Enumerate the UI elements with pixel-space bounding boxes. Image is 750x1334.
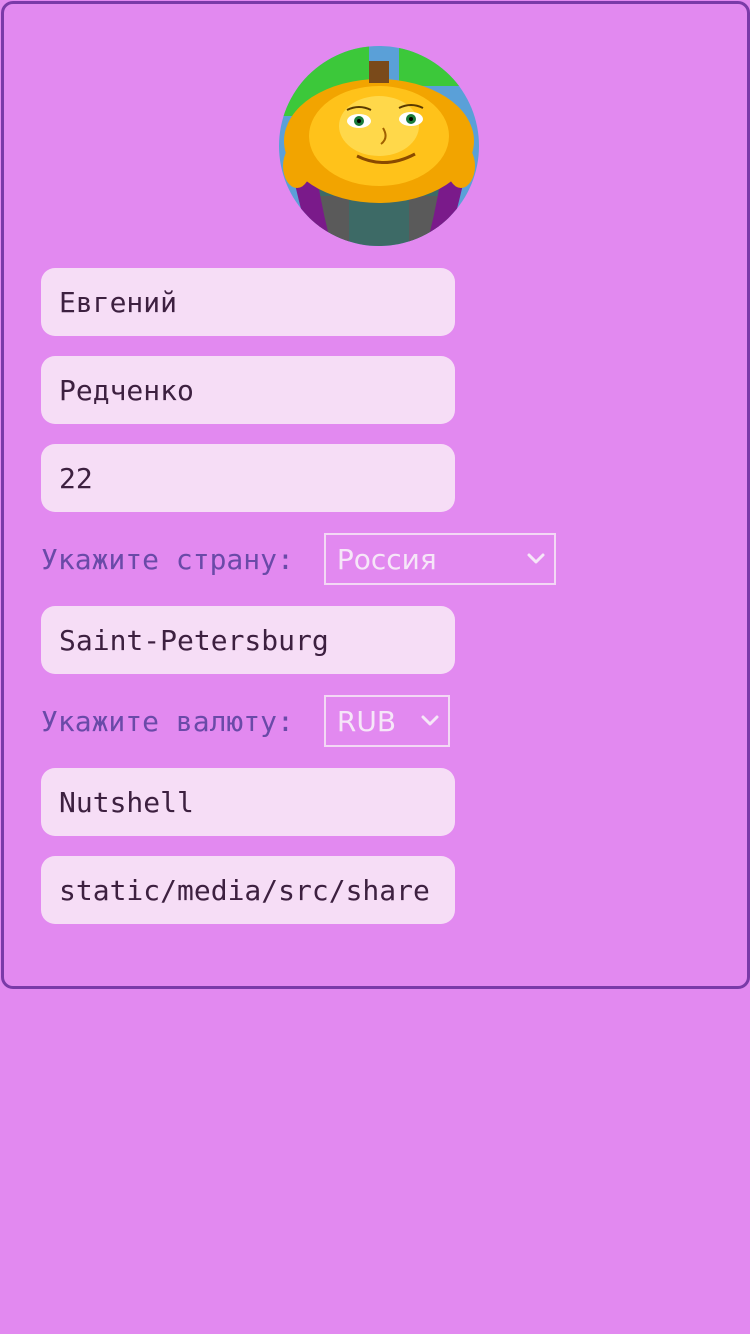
- avatar[interactable]: [279, 46, 479, 246]
- currency-label: Укажите валюту:: [41, 704, 294, 738]
- country-label: Укажите страну:: [41, 542, 294, 576]
- currency-select[interactable]: RUB: [323, 695, 450, 747]
- city-field[interactable]: [41, 606, 455, 674]
- currency-row: Укажите валюту: RUB: [41, 693, 450, 749]
- chevron-down-icon: [527, 553, 545, 564]
- pumpkin-avatar-icon: [279, 46, 479, 246]
- country-row: Укажите страну: Россия: [41, 531, 556, 587]
- country-select-value: Россия: [336, 542, 437, 576]
- country-select[interactable]: Россия: [323, 533, 556, 585]
- chevron-down-icon: [421, 715, 439, 726]
- last-name-field[interactable]: [41, 356, 455, 424]
- nickname-field[interactable]: [41, 768, 455, 836]
- avatar-path-field[interactable]: [41, 856, 455, 924]
- age-field[interactable]: [41, 444, 455, 512]
- first-name-field[interactable]: [41, 268, 455, 336]
- currency-select-value: RUB: [336, 704, 397, 738]
